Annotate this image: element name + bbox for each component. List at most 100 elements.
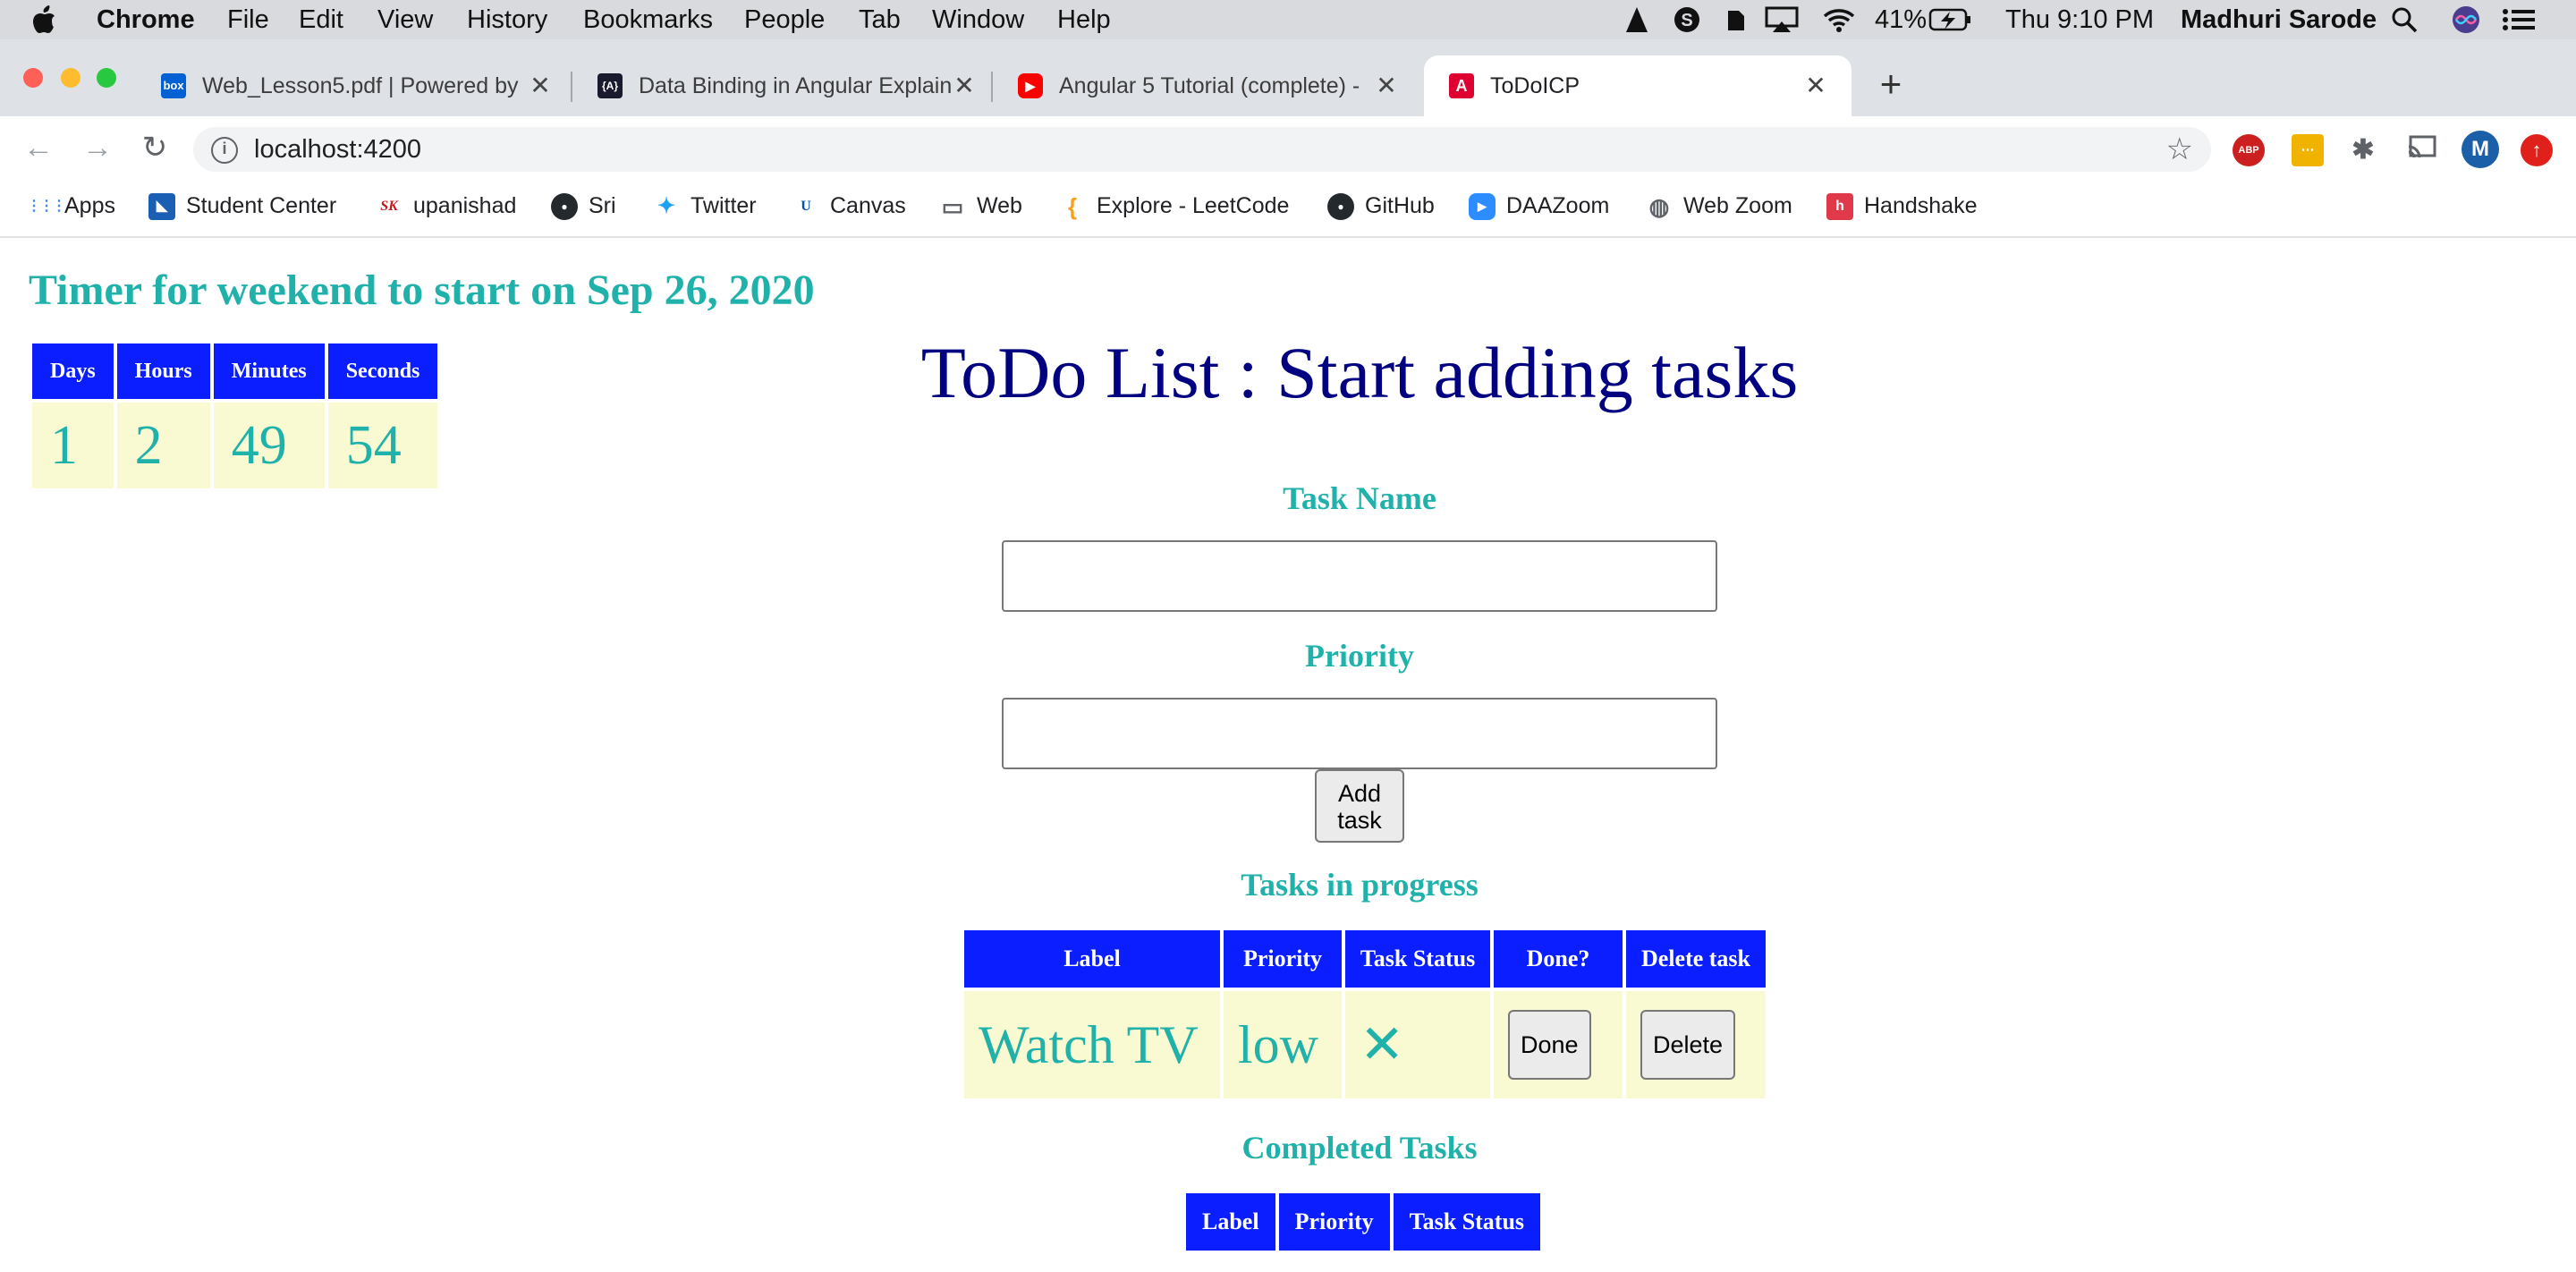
github-icon: ● bbox=[1327, 193, 1354, 221]
zoom-icon: ▶ bbox=[1469, 193, 1496, 221]
back-icon[interactable]: ← bbox=[18, 127, 59, 168]
completed-title: Completed Tasks bbox=[1241, 1130, 1478, 1166]
tab-close-icon[interactable]: ✕ bbox=[1370, 70, 1402, 102]
header-done: Done? bbox=[1494, 930, 1623, 988]
task-name-input[interactable] bbox=[1002, 540, 1717, 612]
tab-close-icon[interactable]: ✕ bbox=[1800, 70, 1832, 102]
siri-icon[interactable] bbox=[2451, 5, 2481, 34]
bookmark-label: Twitter bbox=[691, 193, 757, 218]
tab-title: Data Binding in Angular Explained bbox=[639, 73, 952, 98]
bookmark-apps[interactable]: ⋮⋮⋮Apps bbox=[27, 188, 115, 224]
bookmark-handshake[interactable]: h Handshake bbox=[1826, 188, 1977, 224]
menu-tab[interactable]: Tab bbox=[859, 0, 901, 39]
bookmark-label: DAAZoom bbox=[1506, 193, 1610, 218]
task-name-label: Task Name bbox=[1283, 480, 1436, 516]
mac-menu-bar: Chrome File Edit View History Bookmarks … bbox=[0, 0, 2576, 39]
leetcode-icon: { bbox=[1067, 193, 1078, 221]
svg-text:S: S bbox=[1681, 11, 1692, 30]
bookmark-sri[interactable]: ● Sri bbox=[551, 188, 616, 224]
tab-todoicp[interactable]: A ToDoICP ✕ bbox=[1424, 55, 1852, 116]
bookmark-upanishad[interactable]: SK upanishad bbox=[376, 188, 516, 224]
evernote-icon[interactable] bbox=[1721, 5, 1750, 34]
delete-button[interactable]: Delete bbox=[1640, 1010, 1736, 1080]
bookmark-student-center[interactable]: ◣ Student Center bbox=[148, 188, 336, 224]
tab-angular-tutorial[interactable]: ▶ Angular 5 Tutorial (complete) - ✕ bbox=[993, 55, 1420, 116]
apple-logo-icon[interactable] bbox=[30, 5, 57, 34]
bookmark-star-icon[interactable]: ☆ bbox=[2166, 127, 2193, 172]
extension-notes-icon[interactable]: ⋯ bbox=[2292, 134, 2324, 166]
vlc-icon[interactable] bbox=[1623, 5, 1651, 34]
tab-web-lesson5[interactable]: box Web_Lesson5.pdf | Powered by Box ✕ bbox=[136, 55, 572, 116]
bookmark-github[interactable]: ● GitHub bbox=[1327, 188, 1435, 224]
task-priority: low bbox=[1224, 991, 1342, 1098]
site-info-icon[interactable]: i bbox=[211, 137, 238, 164]
add-task-button[interactable]: Add task bbox=[1315, 769, 1404, 843]
menu-edit[interactable]: Edit bbox=[299, 0, 343, 39]
extensions-puzzle-icon[interactable]: ✱ bbox=[2347, 134, 2379, 166]
menu-history[interactable]: History bbox=[467, 0, 547, 39]
reload-icon[interactable]: ↻ bbox=[134, 127, 175, 168]
task-status-x-icon: ✕ bbox=[1345, 991, 1490, 1098]
github-icon: ● bbox=[551, 193, 578, 221]
window-close-icon[interactable] bbox=[23, 68, 43, 88]
spotlight-search-icon[interactable] bbox=[2390, 5, 2419, 34]
clock[interactable]: Thu 9:10 PM bbox=[2005, 0, 2154, 39]
menu-file[interactable]: File bbox=[227, 0, 269, 39]
header-label: Label bbox=[1186, 1193, 1275, 1251]
menu-window[interactable]: Window bbox=[932, 0, 1024, 39]
notification-center-icon[interactable] bbox=[2501, 5, 2537, 34]
bookmark-leetcode[interactable]: {Explore - LeetCode bbox=[1059, 188, 1289, 224]
menu-people[interactable]: People bbox=[744, 0, 825, 39]
menu-help[interactable]: Help bbox=[1057, 0, 1111, 39]
done-button[interactable]: Done bbox=[1508, 1010, 1591, 1080]
user-name[interactable]: Madhuri Sarode bbox=[2181, 0, 2377, 39]
bookmark-twitter[interactable]: ✦ Twitter bbox=[653, 188, 757, 224]
bookmark-label: Canvas bbox=[830, 193, 906, 218]
tab-close-icon[interactable]: ✕ bbox=[948, 70, 980, 102]
window-minimize-icon[interactable] bbox=[61, 68, 80, 88]
priority-input[interactable] bbox=[1002, 698, 1717, 769]
airplay-icon[interactable] bbox=[1764, 5, 1800, 34]
menu-bookmarks[interactable]: Bookmarks bbox=[583, 0, 713, 39]
address-bar[interactable]: i localhost:4200 ☆ bbox=[193, 127, 2211, 172]
window-zoom-icon[interactable] bbox=[97, 68, 116, 88]
twitter-icon: ✦ bbox=[657, 194, 676, 219]
wifi-icon[interactable] bbox=[1821, 5, 1857, 34]
bookmark-web-folder[interactable]: ▭ Web bbox=[939, 188, 1022, 224]
adblock-plus-icon[interactable]: ABP bbox=[2233, 134, 2265, 166]
address-url[interactable]: localhost:4200 bbox=[254, 127, 421, 172]
sk-icon: SK bbox=[380, 199, 398, 215]
header-task-status: Task Status bbox=[1345, 930, 1490, 988]
update-arrow-icon[interactable]: ↑ bbox=[2521, 134, 2553, 166]
bookmark-label: Web Zoom bbox=[1683, 193, 1792, 218]
header-delete-task: Delete task bbox=[1626, 930, 1766, 988]
bookmark-daazoom[interactable]: ▶ DAAZoom bbox=[1469, 188, 1609, 224]
page-title: ToDo List : Start adding tasks bbox=[920, 332, 1799, 413]
skype-icon[interactable]: S bbox=[1673, 5, 1701, 34]
menu-app-name[interactable]: Chrome bbox=[97, 0, 195, 39]
bookmark-canvas[interactable]: U Canvas bbox=[792, 188, 906, 224]
completed-tasks-table: Label Priority Task Status bbox=[1182, 1190, 1544, 1254]
header-task-status: Task Status bbox=[1393, 1193, 1541, 1251]
cast-icon[interactable] bbox=[2406, 134, 2438, 166]
bookmark-web-zoom[interactable]: ◍ Web Zoom bbox=[1646, 188, 1792, 224]
menu-view[interactable]: View bbox=[377, 0, 433, 39]
angular-icon: A bbox=[1449, 73, 1474, 98]
code-icon: {A} bbox=[597, 73, 623, 98]
bookmark-label: upanishad bbox=[413, 193, 517, 218]
umkc-icon: U bbox=[801, 199, 811, 215]
tab-data-binding[interactable]: {A} Data Binding in Angular Explained ✕ bbox=[572, 55, 993, 116]
new-tab-icon[interactable]: + bbox=[1871, 64, 1911, 104]
forward-icon[interactable]: → bbox=[77, 127, 118, 168]
profile-avatar[interactable]: M bbox=[2462, 131, 2499, 168]
youtube-icon: ▶ bbox=[1018, 73, 1043, 98]
tab-title: ToDoICP bbox=[1490, 73, 1580, 98]
table-row: Watch TV low ✕ Done Delete bbox=[964, 991, 1766, 1098]
tab-close-icon[interactable]: ✕ bbox=[524, 70, 556, 102]
tab-title: Angular 5 Tutorial (complete) - bbox=[1059, 73, 1360, 98]
header-priority: Priority bbox=[1224, 930, 1342, 988]
tab-title: Web_Lesson5.pdf | Powered by Box bbox=[202, 73, 524, 98]
battery-charging-icon[interactable] bbox=[1928, 5, 1973, 34]
bookmark-label: Web bbox=[977, 193, 1022, 218]
student-center-icon: ◣ bbox=[148, 193, 175, 221]
